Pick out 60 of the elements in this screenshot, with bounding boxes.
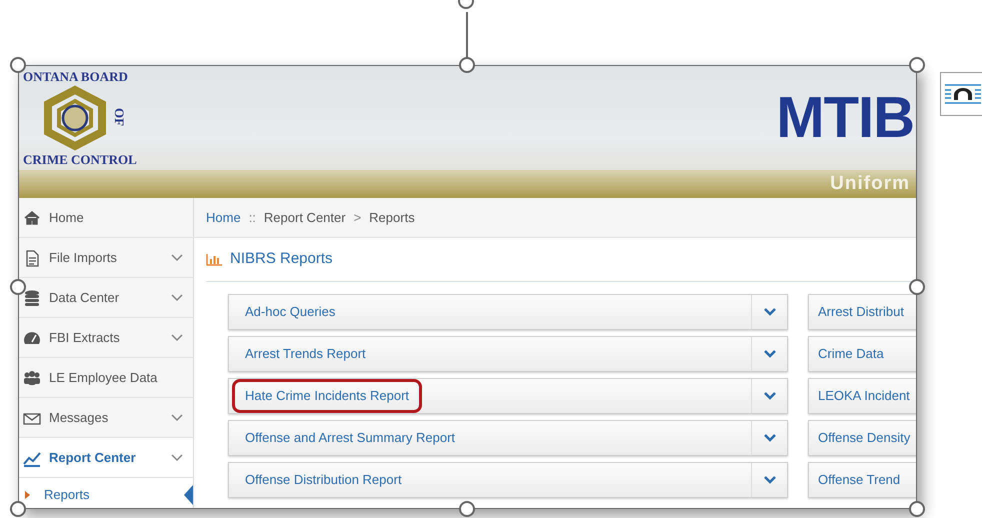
- breadcrumb-item: Reports: [369, 208, 415, 227]
- report-button[interactable]: Crime Data: [808, 336, 916, 372]
- site-subtitle: Uniform: [830, 172, 910, 196]
- logo-text: CRIME CONTROL: [23, 152, 137, 167]
- people-icon: [23, 368, 41, 386]
- home-icon: [23, 208, 41, 226]
- report-label: Arrest Trends Report: [244, 345, 367, 364]
- database-icon: [23, 288, 41, 306]
- site-title: MTIB: [776, 89, 914, 147]
- logo-text: ONTANA BOARD: [23, 69, 128, 84]
- sidebar-item[interactable]: Report Center: [19, 438, 193, 478]
- chevron-down-icon: [171, 294, 183, 302]
- report-button[interactable]: LEOKA Incident: [808, 378, 916, 414]
- breadcrumb-separator: ::: [248, 208, 256, 227]
- report-label: Ad-hoc Queries: [244, 303, 336, 322]
- chevron-down-icon: [171, 414, 183, 422]
- section-title: NIBRS Reports: [230, 249, 333, 270]
- resize-handle[interactable]: [909, 501, 925, 517]
- resize-handle[interactable]: [909, 279, 925, 295]
- breadcrumb-separator: >: [354, 208, 362, 227]
- resize-handle[interactable]: [10, 57, 26, 73]
- chevron-down-icon: [764, 392, 776, 400]
- chevron-down-icon: [171, 334, 183, 342]
- bullet-icon: [25, 491, 30, 499]
- chevron-down-icon: [764, 476, 776, 484]
- resize-handle[interactable]: [459, 57, 475, 73]
- active-indicator-icon: [184, 485, 193, 505]
- report-button[interactable]: Arrest Trends Report: [228, 336, 788, 372]
- layout-options-button[interactable]: [940, 72, 982, 116]
- rotation-stem: [466, 12, 468, 58]
- report-button[interactable]: Arrest Distribut: [808, 294, 916, 330]
- chevron-down-icon: [764, 308, 776, 316]
- report-button[interactable]: Hate Crime Incidents Report: [228, 378, 788, 414]
- chevron-down-icon: [171, 454, 183, 462]
- sidebar-item[interactable]: Home: [19, 198, 193, 238]
- report-button[interactable]: Offense Density: [808, 420, 916, 456]
- chevron-down-icon: [764, 434, 776, 442]
- resize-handle[interactable]: [10, 279, 26, 295]
- logo-text: OF: [112, 108, 127, 126]
- report-label: Offense Distribution Report: [244, 471, 403, 490]
- report-button[interactable]: Offense Trend: [808, 462, 916, 498]
- report-label: Hate Crime Incidents Report: [232, 379, 422, 413]
- sidebar-item[interactable]: FBI Extracts: [19, 318, 193, 358]
- sidebar-item[interactable]: File Imports: [19, 238, 193, 278]
- seal-emblem-icon: [44, 86, 106, 150]
- breadcrumb-item: Report Center: [264, 208, 346, 227]
- report-button[interactable]: Offense and Arrest Summary Report: [228, 420, 788, 456]
- report-button[interactable]: Ad-hoc Queries: [228, 294, 788, 330]
- bar-chart-icon: [206, 254, 222, 266]
- chevron-down-icon: [171, 254, 183, 262]
- chevron-down-icon: [764, 350, 776, 358]
- report-button[interactable]: Offense Distribution Report: [228, 462, 788, 498]
- resize-handle[interactable]: [909, 57, 925, 73]
- sidebar-subitem[interactable]: Reports: [19, 478, 193, 508]
- breadcrumb-item[interactable]: Home: [206, 208, 241, 228]
- resize-handle[interactable]: [459, 501, 475, 517]
- sidebar-item[interactable]: LE Employee Data: [19, 358, 193, 398]
- resize-handle[interactable]: [10, 501, 26, 517]
- embedded-picture[interactable]: [18, 65, 917, 509]
- report-label: Offense and Arrest Summary Report: [244, 429, 456, 448]
